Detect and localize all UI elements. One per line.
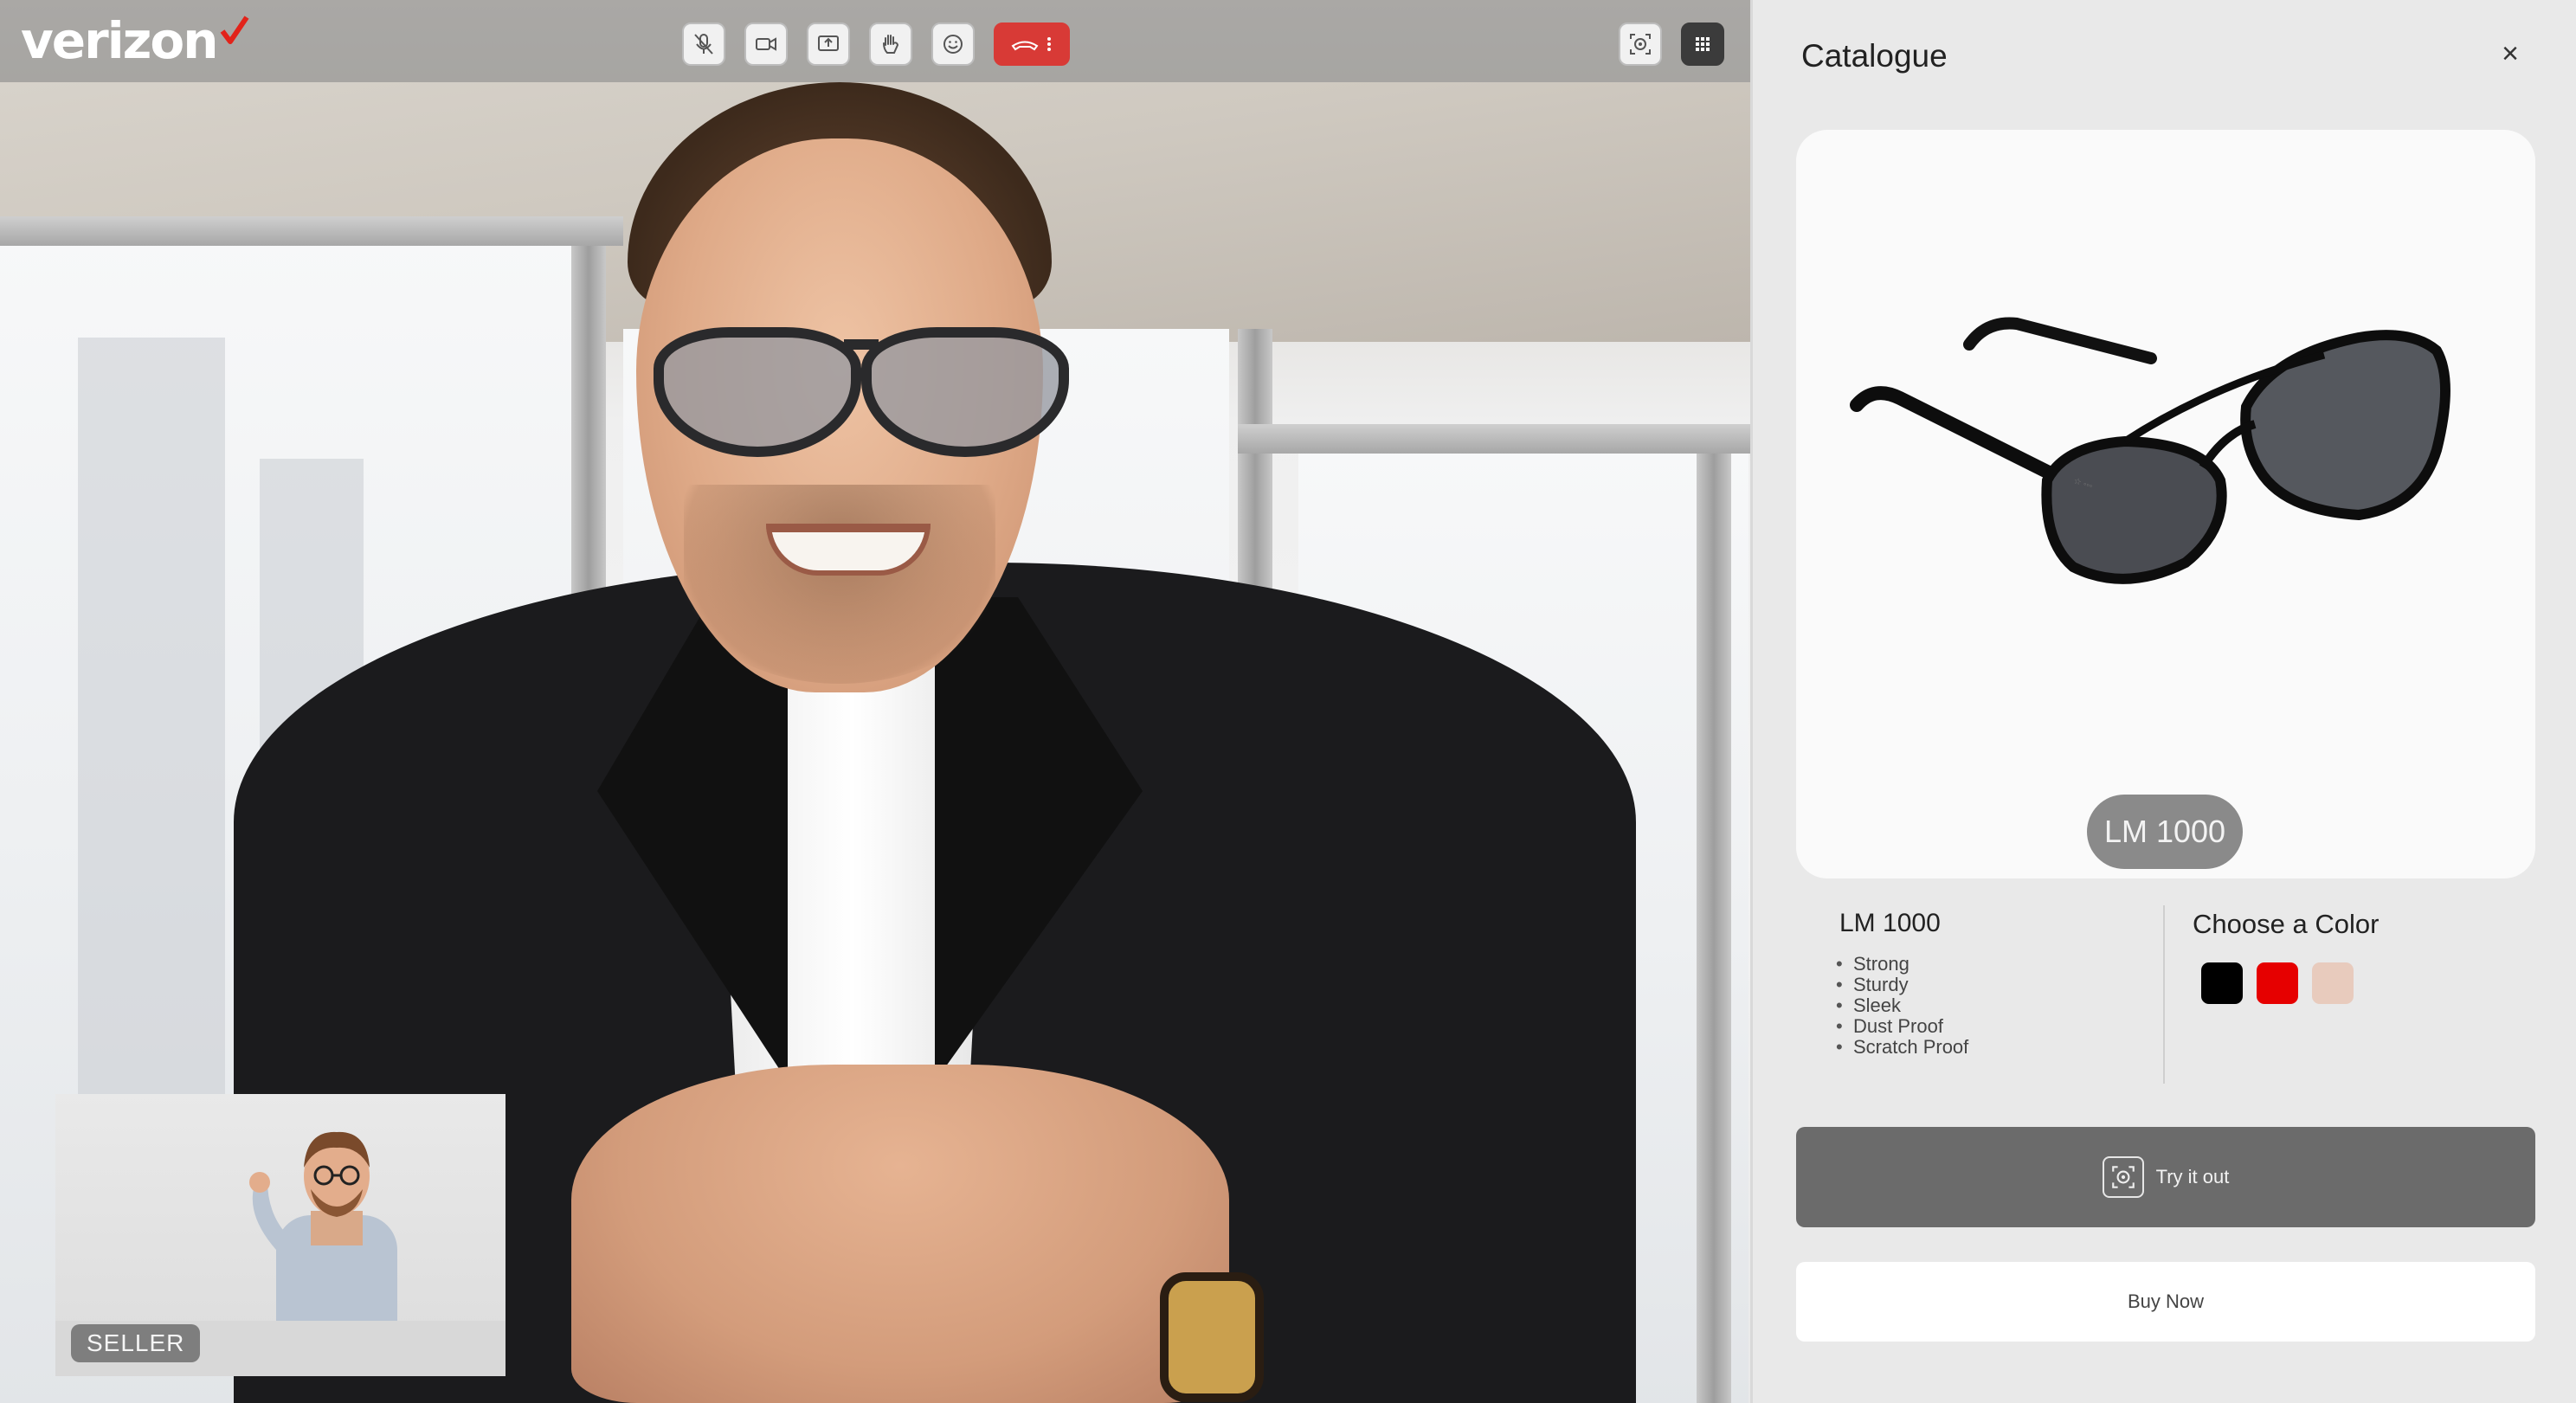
brand-name: verizon: [21, 11, 219, 70]
person-beard: [684, 485, 995, 684]
close-button[interactable]: ×: [2495, 38, 2526, 69]
camera-button[interactable]: [744, 23, 788, 66]
feature-list: Strong Sturdy Sleek Dust Proof Scratch P…: [1836, 954, 2165, 1058]
share-screen-button[interactable]: [807, 23, 850, 66]
try-it-out-button[interactable]: Try it out: [1796, 1127, 2535, 1227]
color-swatch-black[interactable]: [2201, 962, 2243, 1004]
screen-share-icon: [818, 35, 839, 51]
product-name: LM 1000: [1839, 909, 1941, 937]
color-swatches: [2193, 962, 2379, 1004]
sunglasses-product-image: ☆ ◦◦◦: [1850, 317, 2450, 584]
feature-item: Sleek: [1836, 995, 2165, 1016]
panel-title: Catalogue: [1801, 38, 1948, 74]
main-video: verizon SELLER: [0, 0, 1750, 1403]
window-frame: [0, 216, 623, 246]
color-picker: Choose a Color: [2193, 909, 2379, 1004]
mic-off-icon: [694, 34, 713, 55]
verizon-logo: verizon: [21, 10, 250, 71]
person-watch: [1160, 1272, 1264, 1402]
feature-item: Sturdy: [1836, 975, 2165, 995]
self-view-video[interactable]: SELLER: [55, 1094, 506, 1376]
call-controls: [682, 23, 1070, 66]
end-call-button[interactable]: [994, 23, 1070, 66]
apps-grid-button[interactable]: [1681, 23, 1724, 66]
window-frame: [1238, 424, 1750, 454]
color-swatch-red[interactable]: [2257, 962, 2298, 1004]
smiley-icon: [943, 35, 963, 54]
ar-scan-icon: [1630, 34, 1651, 55]
hand-icon: [883, 35, 899, 54]
seller-label: SELLER: [71, 1324, 201, 1362]
grid-icon: [1696, 37, 1710, 51]
person-hands: [571, 1065, 1229, 1403]
color-swatch-beige[interactable]: [2312, 962, 2354, 1004]
ar-tryon-button[interactable]: [1619, 23, 1662, 66]
person-smile: [766, 524, 931, 576]
catalogue-panel: Catalogue × ☆ ◦◦◦ LM 1000 LM 1000 Strong…: [1750, 0, 2576, 1403]
feature-item: Scratch Proof: [1836, 1037, 2165, 1058]
checkmark-icon: [220, 16, 249, 44]
window-frame: [1697, 450, 1731, 1403]
ar-sunglasses-bridge: [844, 339, 879, 350]
divider: [2163, 905, 2165, 1084]
raise-hand-button[interactable]: [869, 23, 912, 66]
reactions-button[interactable]: [931, 23, 975, 66]
video-camera-icon: [756, 37, 776, 51]
call-side-controls: [1619, 23, 1724, 66]
try-it-out-label: Try it out: [2155, 1166, 2230, 1187]
mute-mic-button[interactable]: [682, 23, 725, 66]
feature-item: Strong: [1836, 954, 2165, 975]
model-label: LM 1000: [2087, 795, 2243, 869]
ar-scan-icon: [2102, 1156, 2144, 1198]
product-card[interactable]: ☆ ◦◦◦ LM 1000: [1796, 130, 2535, 878]
call-toolbar: verizon: [0, 0, 1750, 82]
product-specs: LM 1000 Strong Sturdy Sleek Dust Proof S…: [1836, 909, 2165, 1058]
feature-item: Dust Proof: [1836, 1016, 2165, 1037]
color-picker-title: Choose a Color: [2193, 909, 2380, 939]
background-building: [78, 338, 225, 1117]
buy-now-button[interactable]: Buy Now: [1796, 1262, 2535, 1342]
phone-hangup-icon: [1011, 37, 1051, 51]
